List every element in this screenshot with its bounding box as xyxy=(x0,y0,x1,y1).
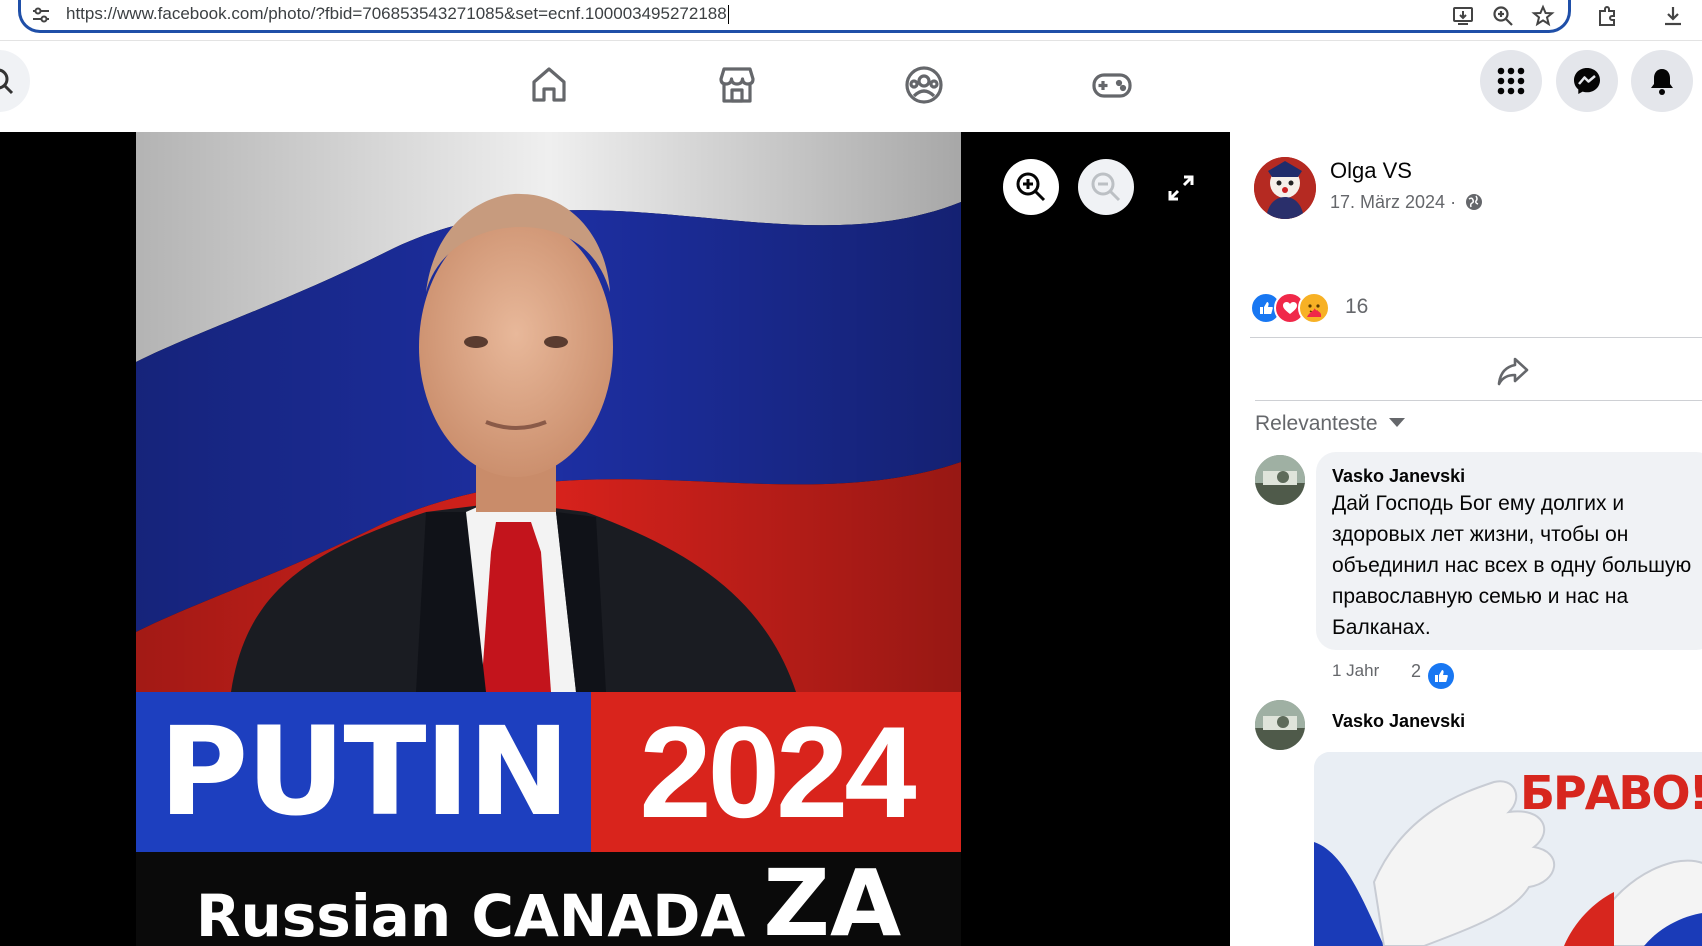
comment-like-count-text: 2 xyxy=(1411,661,1422,681)
poster-year-text: 2024 xyxy=(639,699,916,845)
comment-author-name[interactable]: Vasko Janevski xyxy=(1332,711,1465,732)
messenger-icon[interactable] xyxy=(1556,50,1618,112)
post-date-text: 17. März 2024 · xyxy=(1330,192,1457,212)
marketplace-icon[interactable] xyxy=(712,60,762,110)
url-text[interactable]: https://www.facebook.com/photo/?fbid=706… xyxy=(66,4,729,25)
comment-image[interactable]: БРАВО!!! xyxy=(1314,752,1702,946)
comment-sort-dropdown[interactable]: Relevanteste xyxy=(1255,410,1406,436)
reaction-count[interactable]: 16 xyxy=(1345,295,1368,319)
post-author-name[interactable]: Olga VS xyxy=(1330,158,1412,184)
fullscreen-icon[interactable] xyxy=(1166,173,1196,203)
gaming-icon[interactable] xyxy=(1087,60,1137,110)
divider xyxy=(1255,400,1702,401)
bravo-text: БРАВО!!! xyxy=(1520,766,1702,820)
browser-toolbar: https://www.facebook.com/photo/?fbid=706… xyxy=(0,0,1702,41)
comment-like-count[interactable]: 2 xyxy=(1411,661,1455,689)
home-icon[interactable] xyxy=(524,60,574,110)
poster-image: PUTIN 2024 Russian CANADA ZA xyxy=(136,132,961,946)
care-icon xyxy=(1298,292,1330,324)
comment-sort-label: Relevanteste xyxy=(1255,412,1378,435)
share-icon[interactable] xyxy=(1495,353,1531,389)
commenter-avatar[interactable] xyxy=(1255,700,1305,750)
search-button[interactable] xyxy=(0,50,30,112)
commenter-avatar[interactable] xyxy=(1255,455,1305,505)
poster-bottom-text: Russian CANADA xyxy=(195,882,746,946)
post-date[interactable]: 17. März 2024 · xyxy=(1330,192,1483,216)
poster-za-text: ZA xyxy=(763,850,902,946)
facebook-top-nav xyxy=(0,41,1702,133)
zoom-out-button[interactable] xyxy=(1078,159,1134,215)
menu-grid-icon[interactable] xyxy=(1480,50,1542,112)
zoom-in-button[interactable] xyxy=(1003,159,1059,215)
extensions-icon[interactable] xyxy=(1595,4,1621,30)
like-icon xyxy=(1428,663,1455,689)
caret-down-icon xyxy=(1389,410,1406,434)
install-app-icon[interactable] xyxy=(1450,4,1476,30)
downloads-icon[interactable] xyxy=(1660,4,1686,30)
divider xyxy=(1250,337,1702,338)
bookmark-star-icon[interactable] xyxy=(1530,4,1556,30)
author-avatar[interactable] xyxy=(1254,157,1316,219)
notifications-bell-icon[interactable] xyxy=(1631,50,1693,112)
comment-text: Дай Господь Бог ему долгих и здоровых ле… xyxy=(1332,492,1692,639)
groups-icon[interactable] xyxy=(899,60,949,110)
comment-timestamp[interactable]: 1 Jahr xyxy=(1332,661,1379,681)
poster-name-text: PUTIN xyxy=(158,701,570,843)
photo-viewer: PUTIN 2024 Russian CANADA ZA xyxy=(0,132,1230,946)
site-settings-icon[interactable] xyxy=(28,4,54,30)
globe-icon xyxy=(1465,193,1483,216)
comment-author-name[interactable]: Vasko Janevski xyxy=(1332,466,1465,487)
zoom-icon[interactable] xyxy=(1490,4,1516,30)
